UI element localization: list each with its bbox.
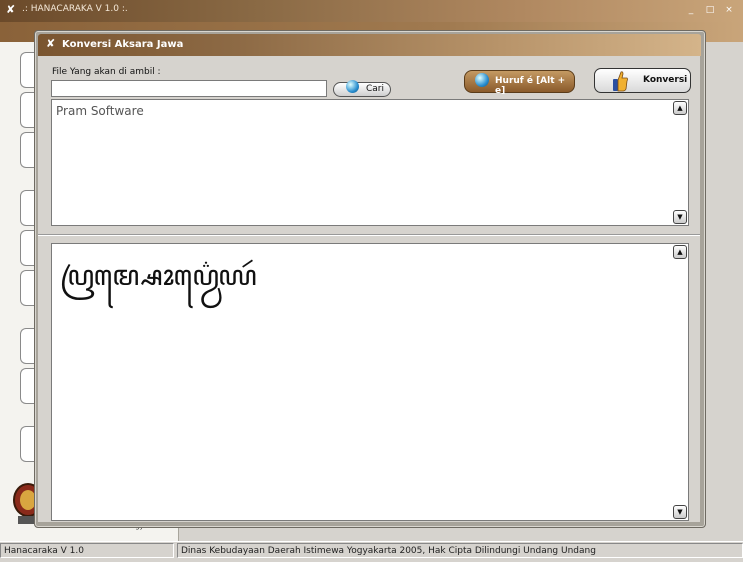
source-text: Pram Software bbox=[56, 104, 144, 118]
source-textarea[interactable]: Pram Software ▲ ▼ bbox=[51, 99, 689, 226]
konversi-label: Konversi bbox=[643, 75, 688, 85]
scroll-up-icon[interactable]: ▲ bbox=[673, 101, 687, 115]
output-textarea[interactable]: ꦥꦿꦩ꧀ꦱꦺꦴꦥ꦳꧀ꦮꦺꦪꦂ ▲ ▼ bbox=[51, 243, 689, 521]
scroll-up-icon[interactable]: ▲ bbox=[673, 245, 687, 259]
minimize-button[interactable]: _ bbox=[684, 4, 698, 17]
dialog-title: Konversi Aksara Jawa bbox=[62, 39, 184, 50]
output-scrollbar[interactable]: ▲ ▼ bbox=[673, 244, 687, 520]
cari-label: Cari bbox=[366, 84, 384, 94]
status-info: Dinas Kebudayaan Daerah Istimewa Yogyaka… bbox=[177, 543, 743, 558]
thumbs-up-icon bbox=[613, 71, 628, 92]
scroll-down-icon[interactable]: ▼ bbox=[673, 210, 687, 224]
scroll-down-icon[interactable]: ▼ bbox=[673, 505, 687, 519]
cari-button[interactable]: Cari bbox=[333, 80, 391, 97]
globe-icon bbox=[346, 80, 359, 93]
status-app-name: Hanacaraka V 1.0 bbox=[0, 543, 174, 558]
huruf-e-button[interactable]: Huruf é [Alt + e] bbox=[464, 70, 575, 96]
globe-icon bbox=[475, 73, 489, 87]
close-button[interactable]: × bbox=[722, 4, 736, 17]
huruf-e-label: Huruf é [Alt + e] bbox=[495, 76, 566, 96]
app-title-bar: ✘ .: HANACARAKA V 1.0 :. _ □ × bbox=[0, 0, 743, 22]
dialog-title-bar: ✘ Konversi Aksara Jawa bbox=[38, 34, 701, 56]
source-scrollbar[interactable]: ▲ ▼ bbox=[673, 100, 687, 225]
javanese-output-text: ꦥꦿꦩ꧀ꦱꦺꦴꦥ꦳꧀ꦮꦺꦪꦂ bbox=[60, 259, 257, 292]
divider bbox=[38, 234, 700, 236]
maximize-button[interactable]: □ bbox=[703, 4, 717, 17]
konversi-button[interactable]: Konversi bbox=[594, 68, 691, 93]
app-icon: ✘ bbox=[6, 3, 16, 16]
file-label: File Yang akan di ambil : bbox=[52, 67, 161, 77]
dialog-icon: ✘ bbox=[46, 37, 56, 50]
app-title: .: HANACARAKA V 1.0 :. bbox=[22, 4, 128, 14]
file-path-input[interactable] bbox=[51, 80, 327, 97]
